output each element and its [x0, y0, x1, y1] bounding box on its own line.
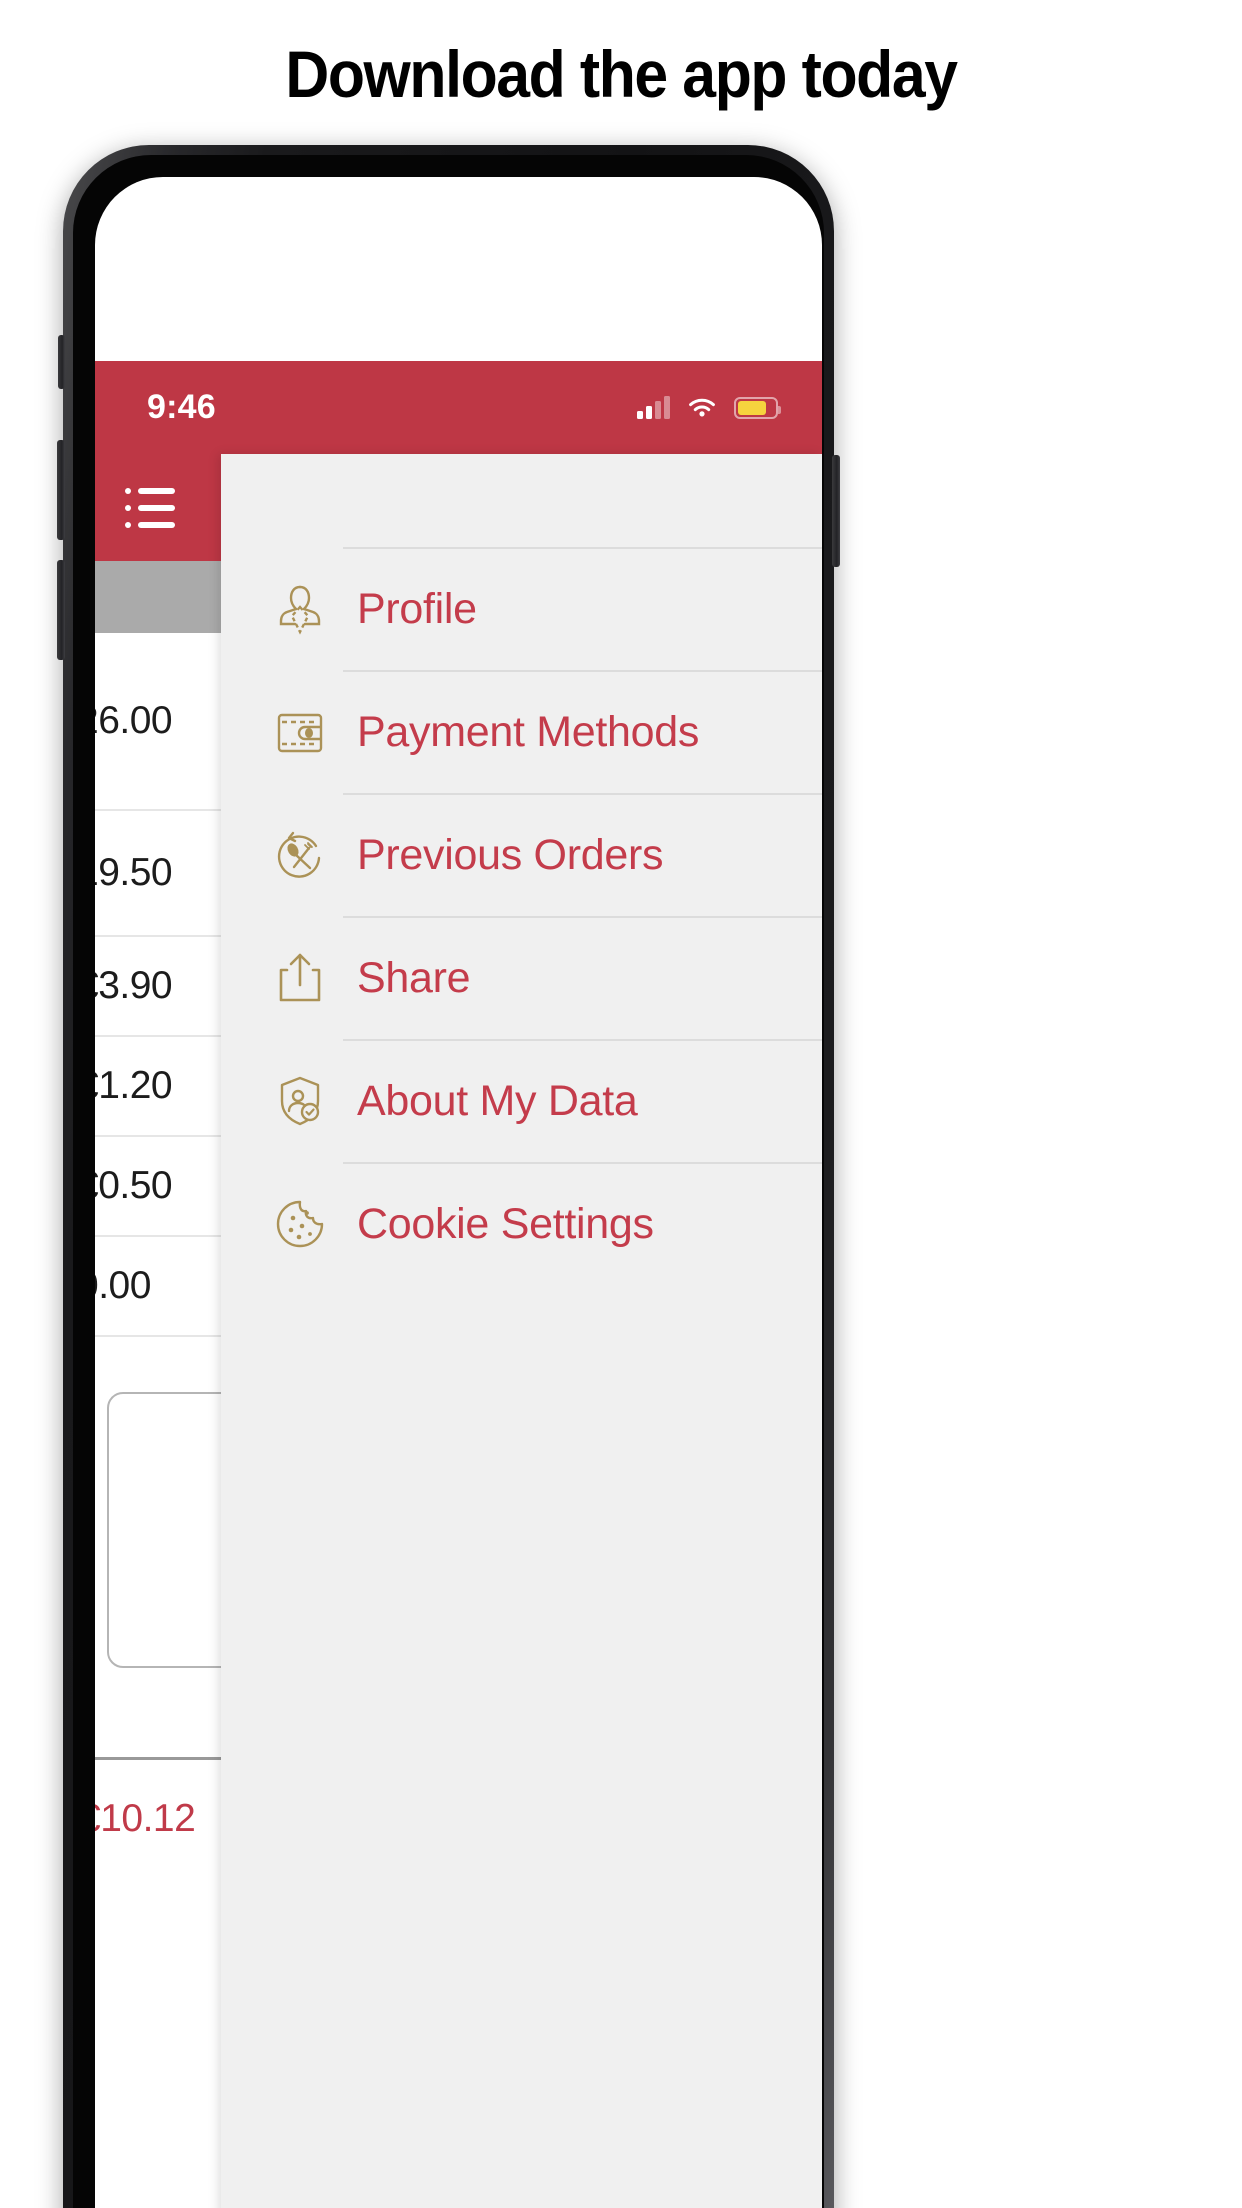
battery-icon: [734, 396, 781, 419]
previous-orders-cutlery-icon: [257, 824, 343, 886]
drawer-item-profile-row: Profile: [343, 547, 822, 670]
hamburger-list-icon[interactable]: [121, 480, 179, 536]
drawer-top-spacer: [221, 454, 822, 547]
status-bar-icons: [637, 395, 781, 419]
drawer-item-payment-methods-row: Payment Methods: [343, 670, 822, 793]
row-amount: 19.50: [95, 851, 173, 894]
drawer-item-label: Payment Methods: [357, 708, 700, 756]
cookie-icon: [257, 1193, 343, 1255]
wallet-icon: [257, 701, 343, 763]
drawer-item-previous-orders[interactable]: Previous Orders: [221, 793, 822, 916]
drawer-item-payment-methods[interactable]: Payment Methods: [221, 670, 822, 793]
app-viewport: 9:46 6.00 9.50 3.90 1.20 0.50 .00 10.12 …: [95, 177, 822, 2208]
drawer-menu-list: Profile Payment Methods Previous Orders …: [221, 547, 822, 1285]
phone-mute-switch[interactable]: [58, 335, 65, 389]
side-drawer-menu: Profile Payment Methods Previous Orders …: [221, 454, 822, 2208]
status-bar-time: 9:46: [147, 388, 216, 426]
share-icon: [257, 947, 343, 1009]
order-total-amount: €10.12: [95, 1796, 196, 1840]
page-title: Download the app today: [285, 37, 958, 111]
phone-bezel: 9:46 6.00 9.50 3.90 1.20 0.50 .00 10.12 …: [73, 155, 824, 2208]
drawer-item-share[interactable]: Share: [221, 916, 822, 1039]
drawer-item-label: About My Data: [357, 1077, 638, 1125]
profile-person-icon: [257, 578, 343, 640]
row-amount: €3.90: [95, 964, 173, 1007]
drawer-item-about-my-data-row: About My Data: [343, 1039, 822, 1162]
phone-mockup: 9:46 6.00 9.50 3.90 1.20 0.50 .00 10.12 …: [57, 145, 840, 2208]
drawer-item-label: Previous Orders: [357, 831, 664, 879]
row-amount: €0.50: [95, 1164, 173, 1207]
cellular-signal-icon: [637, 395, 670, 419]
status-bar: 9:46: [95, 361, 822, 454]
drawer-item-cookie-settings[interactable]: Cookie Settings: [221, 1162, 822, 1285]
screenshot-root: Download the app today 9:46 6.00 9.50 3.…: [0, 0, 1242, 2208]
app-content-area: 9:46 6.00 9.50 3.90 1.20 0.50 .00 10.12 …: [95, 361, 822, 2208]
wifi-icon: [689, 398, 715, 416]
phone-screen: 9:46 6.00 9.50 3.90 1.20 0.50 .00 10.12 …: [95, 177, 822, 2208]
phone-volume-down-button[interactable]: [57, 560, 65, 660]
drawer-item-previous-orders-row: Previous Orders: [343, 793, 822, 916]
drawer-item-profile[interactable]: Profile: [221, 547, 822, 670]
drawer-item-cookie-settings-row: Cookie Settings: [343, 1162, 822, 1285]
row-amount: €1.20: [95, 1064, 173, 1107]
drawer-item-label: Cookie Settings: [357, 1200, 654, 1248]
row-amount: 26.00: [95, 699, 173, 742]
drawer-item-share-row: Share: [343, 916, 822, 1039]
drawer-item-about-my-data[interactable]: About My Data: [221, 1039, 822, 1162]
phone-power-button[interactable]: [832, 455, 840, 567]
shield-person-check-icon: [257, 1070, 343, 1132]
row-amount: 0.00: [95, 1264, 151, 1307]
drawer-item-label: Profile: [357, 585, 477, 633]
phone-volume-up-button[interactable]: [57, 440, 65, 540]
drawer-item-label: Share: [357, 954, 471, 1002]
